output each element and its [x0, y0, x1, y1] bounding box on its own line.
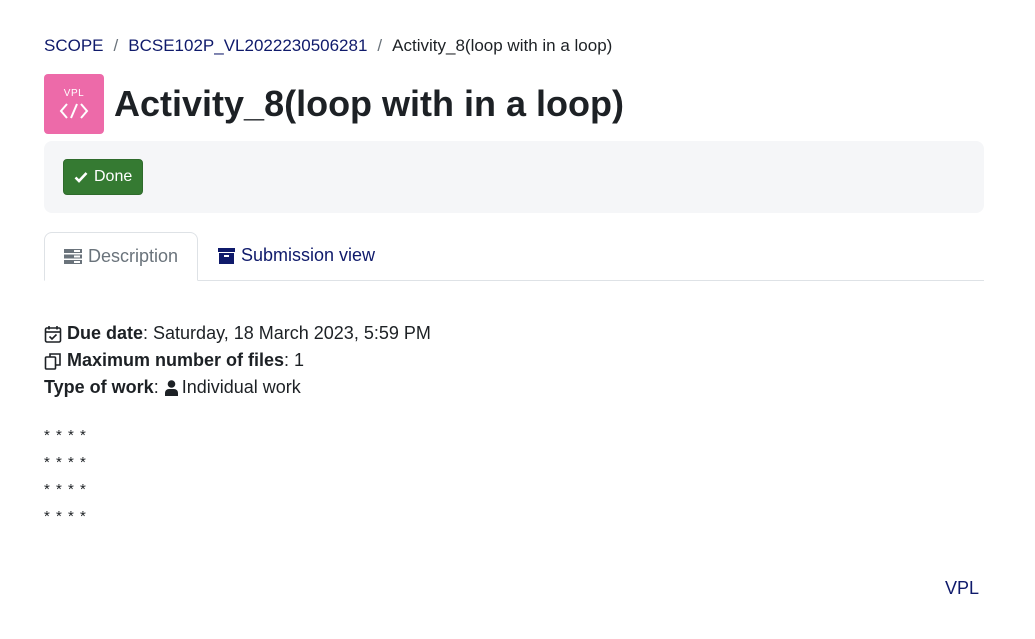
- tab-description[interactable]: Description: [44, 232, 199, 281]
- due-date-label: Due date: [67, 323, 144, 343]
- user-icon: [164, 379, 178, 396]
- breadcrumb-current: Activity_8(loop with in a loop): [392, 36, 613, 55]
- vpl-activity-icon: VPL: [44, 74, 104, 134]
- max-files-label: Maximum number of files: [67, 350, 285, 370]
- pattern-line: * * * *: [44, 454, 87, 471]
- work-type-value: Individual work: [181, 377, 301, 397]
- tab-submission-view[interactable]: Submission view: [199, 232, 394, 279]
- code-icon: [59, 103, 89, 119]
- list-icon: [64, 249, 82, 264]
- calendar-check-icon: [44, 325, 62, 343]
- breadcrumb-item-course[interactable]: BCSE102P_VL2022230506281: [128, 36, 367, 55]
- activity-dates: Due date: Saturday, 18 March 2023, 5:59 …: [44, 320, 431, 401]
- archive-icon: [218, 247, 235, 264]
- due-date-row: Due date: Saturday, 18 March 2023, 5:59 …: [44, 320, 431, 347]
- copy-icon: [44, 352, 62, 370]
- work-type-row: Type of work: Individual work: [44, 374, 431, 401]
- done-label: Done: [94, 168, 133, 185]
- tab-description-label: Description: [88, 246, 179, 266]
- max-files-value: : 1: [284, 350, 305, 370]
- tab-submission-view-label: Submission view: [241, 245, 376, 265]
- due-date-value: : Saturday, 18 March 2023, 5:59 PM: [143, 323, 431, 343]
- breadcrumb: SCOPE / BCSE102P_VL2022230506281 / Activity_…: [44, 36, 612, 56]
- pattern-line: * * * *: [44, 508, 87, 525]
- max-files-row: Maximum number of files: 1: [44, 347, 431, 374]
- vpl-footer-link[interactable]: VPL: [945, 578, 979, 599]
- page-header: VPL Activity_8(loop with in a loop): [44, 74, 624, 134]
- work-type-label: Type of work: [44, 377, 154, 397]
- tab-bar: Description Submission view: [44, 232, 984, 281]
- activity-completion-panel: Done: [44, 141, 984, 213]
- breadcrumb-item-scope[interactable]: SCOPE: [44, 36, 104, 55]
- work-type-separator: :: [153, 377, 159, 397]
- vpl-icon-label: VPL: [63, 88, 85, 99]
- breadcrumb-separator: /: [113, 36, 119, 55]
- activity-description: * * * * * * * * * * * * * * * *: [44, 422, 87, 530]
- page-title: Activity_8(loop with in a loop): [114, 83, 625, 124]
- pattern-line: * * * *: [44, 427, 87, 444]
- done-button[interactable]: Done: [63, 159, 144, 195]
- check-icon: [74, 171, 88, 183]
- pattern-line: * * * *: [44, 481, 87, 498]
- breadcrumb-separator: /: [377, 36, 383, 55]
